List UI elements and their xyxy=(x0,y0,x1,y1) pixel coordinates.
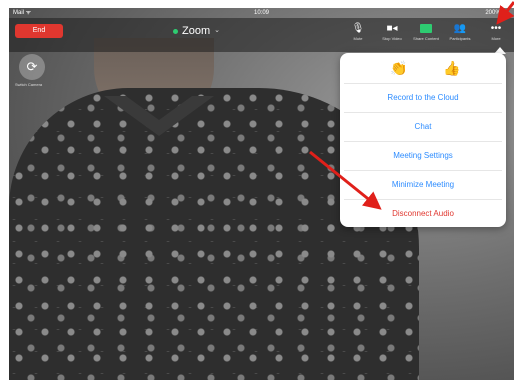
switch-camera-label: Switch Camera xyxy=(15,82,43,87)
participants-label: Participants xyxy=(449,36,471,41)
minimize-meeting-item[interactable]: Minimize Meeting xyxy=(344,170,502,199)
more-label: More xyxy=(491,36,501,41)
switch-camera-icon: ⟳ xyxy=(26,59,38,74)
stop-video-button[interactable]: ■◂ Stop Video xyxy=(375,22,409,42)
disconnect-audio-item[interactable]: Disconnect Audio xyxy=(344,199,502,228)
thumbs-up-reaction-icon[interactable]: 👍 xyxy=(443,59,460,77)
chat-item[interactable]: Chat xyxy=(344,112,502,141)
microphone-icon: 🎙 xyxy=(351,23,365,34)
more-menu: 👏 👍 Record to the Cloud Chat Meeting Set… xyxy=(340,53,506,227)
ellipsis-icon: ••• xyxy=(490,23,502,34)
camera-icon: ■◂ xyxy=(386,23,398,34)
stop-video-label: Stop Video xyxy=(382,36,402,41)
people-icon: 👥 xyxy=(453,23,467,34)
share-content-button[interactable]: Share Content xyxy=(409,22,443,42)
participants-button[interactable]: 👥 Participants xyxy=(443,22,477,42)
meeting-title[interactable]: Zoom ⌄ xyxy=(173,24,220,38)
status-battery: 200% ▭ xyxy=(485,10,508,16)
switch-camera-button[interactable]: ⟳ xyxy=(19,54,45,80)
chevron-down-icon: ⌄ xyxy=(214,27,220,34)
share-screen-icon xyxy=(420,24,432,33)
end-meeting-button[interactable]: End xyxy=(15,24,63,38)
share-content-label: Share Content xyxy=(413,36,439,41)
status-time: 10:09 xyxy=(253,10,269,16)
clap-reaction-icon[interactable]: 👏 xyxy=(390,59,407,77)
mute-label: Mute xyxy=(353,36,363,41)
meeting-title-label: Zoom xyxy=(182,25,211,37)
record-to-cloud-item[interactable]: Record to the Cloud xyxy=(344,83,502,112)
status-bar: Mail ᯤ 10:09 200% ▭ xyxy=(9,8,514,18)
zoom-meeting-screen: Mail ᯤ 10:09 200% ▭ End Zoom ⌄ 🎙 Mute ■◂… xyxy=(9,8,514,380)
mute-button[interactable]: 🎙 Mute xyxy=(341,22,375,42)
more-button[interactable]: ••• More xyxy=(479,22,513,42)
meeting-toolbar: End Zoom ⌄ 🎙 Mute ■◂ Stop Video Share Co… xyxy=(9,18,514,52)
meeting-settings-item[interactable]: Meeting Settings xyxy=(344,141,502,170)
reactions-row: 👏 👍 xyxy=(340,53,506,83)
connection-status-icon xyxy=(173,28,178,34)
